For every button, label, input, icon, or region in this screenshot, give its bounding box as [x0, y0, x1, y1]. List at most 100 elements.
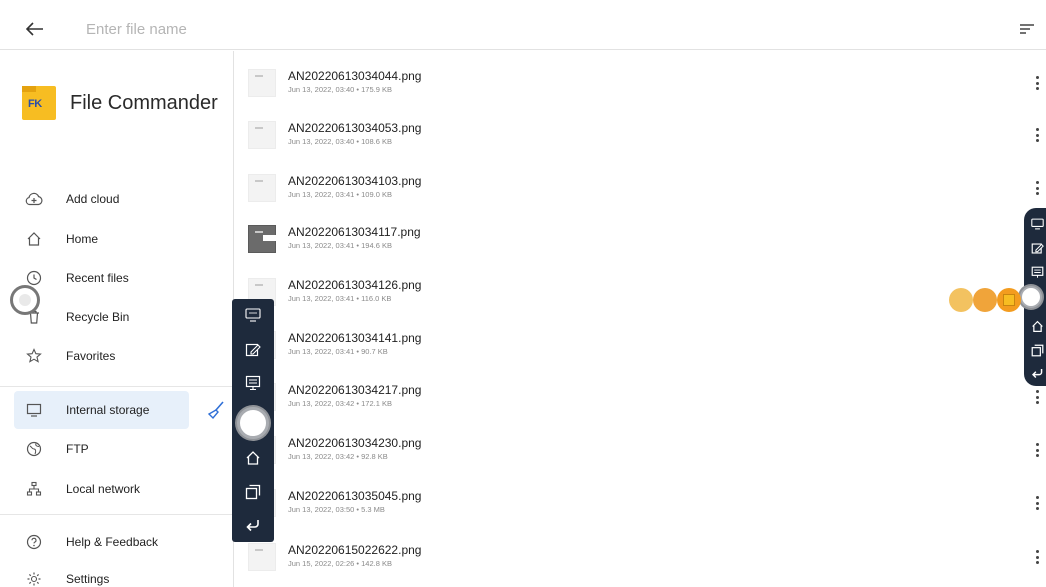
file-row[interactable]: AN20220613034044.png Jun 13, 2022, 03:40 … — [236, 57, 1046, 115]
ops-icon — [1030, 218, 1044, 230]
file-date: Jun 13, 2022, 03:50 — [288, 505, 355, 514]
device-icon — [24, 400, 44, 420]
file-meta: Jun 13, 2022, 03:42 • 172.1 KB — [288, 399, 392, 408]
more-vert-icon — [1035, 390, 1039, 404]
nav-divider — [0, 514, 234, 515]
sidebar-item-help-feedback[interactable]: Help & Feedback — [14, 523, 190, 561]
app-logo-text: FK — [28, 98, 42, 110]
more-vert-icon — [1035, 76, 1039, 90]
help-icon — [24, 532, 44, 552]
quick-app-bubble[interactable] — [973, 288, 997, 312]
broom-icon — [207, 401, 224, 420]
file-name: AN20220613034044.png — [288, 69, 422, 83]
file-more-options-button[interactable] — [1032, 547, 1042, 567]
file-row[interactable]: AN20220613034141.png Jun 13, 2022, 03:41 … — [236, 319, 1046, 377]
file-name: AN20220613034141.png — [288, 331, 422, 345]
file-row[interactable]: AN20220613034230.png Jun 13, 2022, 03:42 … — [236, 424, 1046, 482]
file-meta: Jun 13, 2022, 03:41 • 194.6 KB — [288, 241, 392, 250]
arrow-left-icon — [26, 22, 43, 36]
home-button[interactable] — [243, 448, 263, 468]
file-meta: Jun 13, 2022, 03:41 • 109.0 KB — [288, 190, 392, 199]
more-vert-icon — [1035, 550, 1039, 564]
file-more-options-button[interactable] — [1032, 440, 1042, 460]
sidebar-item-label: Settings — [66, 572, 110, 586]
whiteboard-button-right[interactable] — [1029, 264, 1045, 280]
annotate-button[interactable] — [243, 340, 263, 360]
file-more-options-button[interactable] — [1032, 493, 1042, 513]
ops-button[interactable] — [243, 305, 263, 325]
whiteboard-button[interactable] — [243, 373, 263, 393]
whiteboard-icon — [245, 375, 261, 391]
floating-toolbar-right — [1020, 208, 1046, 386]
file-size: 108.6 KB — [361, 137, 392, 146]
file-name: AN20220613034117.png — [288, 225, 421, 239]
file-size: 5.3 MB — [361, 505, 385, 514]
sidebar-item-ftp[interactable]: FTP — [14, 430, 190, 468]
file-meta: Jun 15, 2022, 02:26 • 142.8 KB — [288, 559, 392, 568]
file-name: AN20220613034126.png — [288, 278, 422, 292]
sidebar-item-recent-files[interactable]: Recent files — [14, 259, 190, 297]
file-row[interactable]: AN20220613034103.png Jun 13, 2022, 03:41 … — [236, 162, 1046, 220]
file-thumbnail — [248, 174, 276, 202]
cloud-add-icon — [24, 189, 44, 209]
annotate-button-right[interactable] — [1029, 240, 1045, 256]
file-size: 116.0 KB — [361, 294, 392, 303]
file-more-options-button[interactable] — [1032, 387, 1042, 407]
sidebar-item-recycle-bin[interactable]: Recycle Bin — [14, 298, 190, 336]
file-row[interactable]: AN20220613034053.png Jun 13, 2022, 03:40 … — [236, 109, 1046, 167]
file-more-options-button[interactable] — [1032, 73, 1042, 93]
sidebar-item-favorites[interactable]: Favorites — [14, 337, 190, 375]
file-name-search-input[interactable] — [86, 17, 486, 41]
file-more-options-button[interactable] — [1032, 178, 1042, 198]
home-icon — [24, 229, 44, 249]
ops-button-right[interactable] — [1029, 216, 1045, 232]
whiteboard-icon — [1031, 266, 1043, 278]
return-button-right[interactable] — [1029, 365, 1045, 381]
sidebar-item-label: Favorites — [66, 349, 116, 363]
sidebar-item-label: Local network — [66, 482, 141, 496]
file-row[interactable]: AN20220613034117.png Jun 13, 2022, 03:41 … — [236, 213, 1046, 271]
file-meta: Jun 13, 2022, 03:40 • 175.9 KB — [288, 85, 392, 94]
globe-icon — [24, 439, 44, 459]
floating-assistive-button[interactable] — [10, 285, 40, 315]
file-more-options-button[interactable] — [1032, 125, 1042, 145]
sidebar-item-local-network[interactable]: Local network — [14, 470, 190, 508]
file-date: Jun 13, 2022, 03:40 — [288, 85, 355, 94]
floating-main-button-right[interactable] — [1020, 286, 1042, 308]
sort-icon — [1020, 24, 1034, 34]
file-size: 109.0 KB — [361, 190, 392, 199]
sidebar-item-label: Help & Feedback — [66, 535, 159, 549]
file-commander-bubble[interactable] — [997, 288, 1021, 312]
clean-storage-button[interactable] — [205, 399, 227, 421]
file-row[interactable]: AN20220613034217.png Jun 13, 2022, 03:42 … — [236, 371, 1046, 429]
back-button[interactable] — [22, 16, 48, 42]
more-vert-icon — [1035, 443, 1039, 457]
sidebar-item-settings[interactable]: Settings — [14, 560, 190, 587]
sidebar-item-internal-storage[interactable]: Internal storage — [14, 391, 189, 429]
floating-main-button[interactable] — [237, 407, 269, 439]
home-icon — [246, 451, 260, 465]
file-name: AN20220613034230.png — [288, 436, 422, 450]
windows-icon — [245, 484, 261, 500]
sort-button[interactable] — [1016, 18, 1038, 40]
recent-apps-button-right[interactable] — [1029, 342, 1045, 358]
file-date: Jun 13, 2022, 03:42 — [288, 399, 355, 408]
sidebar-item-home[interactable]: Home — [14, 220, 190, 258]
file-thumbnail — [248, 121, 276, 149]
sidebar-item-add-cloud[interactable]: Add cloud — [14, 180, 190, 218]
pen-note-icon — [245, 343, 261, 357]
recent-apps-button[interactable] — [243, 482, 263, 502]
file-row[interactable]: AN20220615022622.png Jun 15, 2022, 02:26 … — [236, 531, 1046, 587]
app-logo: FK — [22, 86, 56, 120]
file-row[interactable]: AN20220613035045.png Jun 13, 2022, 03:50 … — [236, 477, 1046, 535]
file-row[interactable]: AN20220613034126.png Jun 13, 2022, 03:41 … — [236, 266, 1046, 324]
file-date: Jun 13, 2022, 03:41 — [288, 241, 355, 250]
sidebar-item-label: Internal storage — [66, 403, 150, 417]
quick-app-bubble[interactable] — [949, 288, 973, 312]
return-button[interactable] — [243, 515, 263, 535]
navigation-sidebar: FK File Commander Add cloud Home Recent … — [0, 51, 234, 587]
nav-divider — [0, 386, 234, 387]
file-meta: Jun 13, 2022, 03:42 • 92.8 KB — [288, 452, 388, 461]
home-button-right[interactable] — [1029, 318, 1045, 334]
star-icon — [24, 346, 44, 366]
